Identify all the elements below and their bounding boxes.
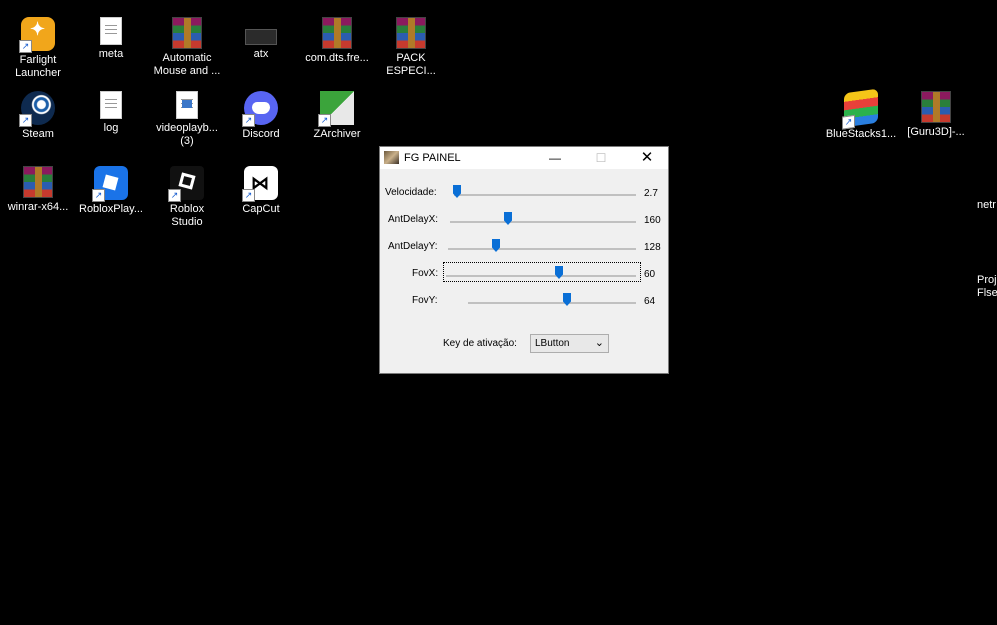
slider-row-fovx: FovX: 60 bbox=[380, 262, 670, 286]
desktop-icon-label: Farlight Launcher bbox=[15, 54, 61, 79]
zarchiver-icon bbox=[318, 91, 354, 127]
activation-key-value: LButton bbox=[535, 338, 570, 349]
desktop-icon-automatic-mouse[interactable]: Automatic Mouse and ... bbox=[149, 17, 225, 78]
slider-value: 64 bbox=[644, 296, 656, 307]
desktop-icon-label: winrar-x64... bbox=[7, 201, 69, 213]
antdelayx-slider-track[interactable] bbox=[450, 221, 636, 223]
slider-value: 160 bbox=[644, 215, 661, 226]
desktop-edge-label: netr bbox=[977, 199, 996, 211]
slider-row-antdelayy: AntDelayY: 128 bbox=[380, 239, 670, 259]
desktop-icon-label: Automatic Mouse and ... bbox=[153, 52, 221, 77]
desktop-edge-label: Flse bbox=[977, 287, 997, 299]
desktop-edge-label: Proj bbox=[977, 274, 997, 286]
antdelayy-slider-thumb[interactable] bbox=[492, 239, 500, 252]
desktop-icon-roblox-studio[interactable]: Roblox Studio bbox=[149, 166, 225, 229]
chevron-down-icon: ⌄ bbox=[594, 337, 604, 349]
fovy-slider-thumb[interactable] bbox=[563, 293, 571, 306]
desktop-icon-label: com.dts.fre... bbox=[305, 52, 369, 64]
minimize-button[interactable]: — bbox=[532, 147, 578, 169]
slider-value: 128 bbox=[644, 242, 661, 253]
desktop-icon-label: atx bbox=[253, 48, 269, 60]
antdelayx-slider-thumb[interactable] bbox=[504, 212, 512, 225]
maximize-button[interactable]: ☐ bbox=[578, 147, 624, 169]
desktop-icon-winrar-x64[interactable]: winrar-x64... bbox=[0, 166, 76, 214]
capcut-icon: ⋈ bbox=[242, 166, 278, 202]
fovy-slider-track[interactable] bbox=[468, 302, 636, 304]
app-icon bbox=[384, 151, 399, 164]
desktop-icon-videoplayback[interactable]: videoplayb... (3) bbox=[149, 91, 225, 148]
desktop-icon-label: [Guru3D]-... bbox=[907, 126, 965, 138]
desktop-icon-log[interactable]: log bbox=[73, 91, 149, 135]
steam-icon bbox=[19, 91, 55, 127]
slider-label: FovY: bbox=[412, 295, 438, 306]
winrar-archive-icon bbox=[322, 17, 352, 49]
slider-label: AntDelayX: bbox=[388, 214, 439, 225]
slider-row-fovy: FovY: 64 bbox=[380, 293, 670, 313]
close-button[interactable]: ✕ bbox=[624, 147, 670, 169]
desktop-icon-label: RobloxPlay... bbox=[79, 203, 143, 215]
desktop-icon-pack-especi[interactable]: PACK ESPECI... bbox=[373, 17, 449, 78]
slider-label: Velocidade: bbox=[385, 187, 437, 198]
desktop-icon-capcut[interactable]: ⋈ CapCut bbox=[223, 166, 299, 216]
velocidade-slider-thumb[interactable] bbox=[453, 185, 461, 198]
desktop-icon-discord[interactable]: Discord bbox=[223, 91, 299, 141]
desktop-icon-label: ZArchiver bbox=[313, 128, 361, 140]
activation-key-label: Key de ativação: bbox=[443, 338, 517, 349]
bluestacks-icon bbox=[844, 88, 878, 128]
activation-key-dropdown[interactable]: LButton ⌄ bbox=[530, 334, 609, 353]
desktop-icon-label: videoplayb... (3) bbox=[156, 122, 218, 147]
slider-row-velocidade: Velocidade: 2.7 bbox=[380, 185, 670, 205]
desktop-icon-meta[interactable]: meta bbox=[73, 17, 149, 61]
farlight-icon: ✦ bbox=[19, 17, 55, 53]
text-file-icon bbox=[100, 91, 122, 119]
discord-icon bbox=[242, 91, 278, 127]
desktop-icon-label: CapCut bbox=[242, 203, 280, 215]
winrar-archive-icon bbox=[172, 17, 202, 49]
desktop-icon-label: Discord bbox=[242, 128, 280, 140]
desktop-icon-label: BlueStacks1... bbox=[825, 128, 897, 140]
desktop-icon-label: log bbox=[103, 122, 119, 134]
desktop-icon-steam[interactable]: Steam bbox=[0, 91, 76, 141]
slider-label: AntDelayY: bbox=[388, 241, 438, 252]
desktop-icon-zarchiver[interactable]: ZArchiver bbox=[299, 91, 375, 141]
desktop-icon-atx[interactable]: atx bbox=[223, 17, 299, 61]
desktop-icon-com-dts[interactable]: com.dts.fre... bbox=[299, 17, 375, 65]
slider-value: 60 bbox=[644, 269, 656, 280]
desktop-icon-robloxplayer[interactable]: RobloxPlay... bbox=[73, 166, 149, 216]
desktop-icon-label: Roblox Studio bbox=[169, 203, 205, 228]
title-bar[interactable]: FG PAINEL — ☐ ✕ bbox=[380, 147, 668, 169]
velocidade-slider-track[interactable] bbox=[454, 194, 636, 196]
desktop-icon-label: meta bbox=[98, 48, 124, 60]
roblox-studio-icon bbox=[168, 166, 204, 202]
desktop-icon-label: Steam bbox=[22, 128, 54, 140]
antdelayy-slider-track[interactable] bbox=[448, 248, 636, 250]
desktop-icon-label: PACK ESPECI... bbox=[386, 52, 436, 77]
slider-row-antdelayx: AntDelayX: 160 bbox=[380, 212, 670, 232]
desktop-icon-guru3d[interactable]: [Guru3D]-... bbox=[898, 91, 974, 139]
desktop-icon-farlight[interactable]: ✦ Farlight Launcher bbox=[0, 17, 76, 80]
text-file-icon bbox=[100, 17, 122, 45]
desktop-icon-bluestacks[interactable]: BlueStacks1... bbox=[823, 88, 899, 141]
winrar-archive-icon bbox=[921, 91, 951, 123]
slider-value: 2.7 bbox=[644, 188, 658, 199]
window-title: FG PAINEL bbox=[404, 152, 461, 164]
video-file-icon bbox=[176, 91, 198, 119]
slider-label: FovX: bbox=[412, 268, 439, 279]
focus-rectangle bbox=[443, 262, 641, 282]
winrar-archive-icon bbox=[396, 17, 426, 49]
image-thumbnail-icon bbox=[245, 29, 277, 45]
fovx-slider-track[interactable] bbox=[446, 275, 636, 277]
winrar-installer-icon bbox=[23, 166, 53, 198]
roblox-player-icon bbox=[92, 166, 128, 202]
fg-painel-window: FG PAINEL — ☐ ✕ Velocidade: 2.7 AntDelay… bbox=[379, 146, 669, 374]
